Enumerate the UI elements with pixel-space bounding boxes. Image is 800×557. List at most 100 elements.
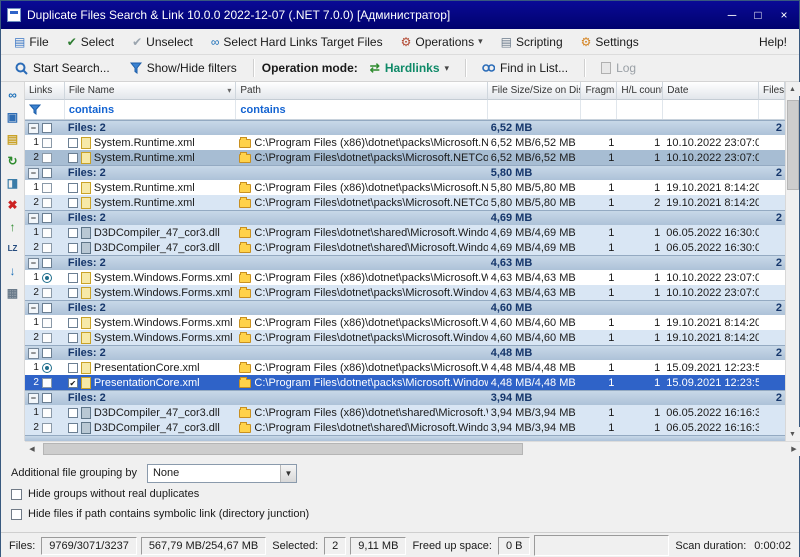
link-marker-box[interactable] <box>42 138 52 148</box>
file-checkbox[interactable] <box>68 183 78 193</box>
close-button[interactable]: × <box>771 4 797 26</box>
menu-select[interactable]: ✔Select <box>58 31 123 53</box>
link-marker-box[interactable] <box>42 408 52 418</box>
group-header-row[interactable]: −Files: 24,60 MB2 <box>25 300 785 315</box>
collapse-icon[interactable]: − <box>28 258 39 269</box>
move-up-icon[interactable]: ↑ <box>3 218 21 235</box>
filter-cell[interactable] <box>663 100 759 119</box>
move-down-icon[interactable]: ↓ <box>3 262 21 279</box>
column-header-h-l-count[interactable]: H/L count <box>617 82 663 100</box>
filter-cell[interactable] <box>581 100 617 119</box>
file-row[interactable]: 2D3DCompiler_47_cor3.dllC:\Program Files… <box>25 240 785 255</box>
group-header-row[interactable]: −Files: 24,69 MB2 <box>25 210 785 225</box>
column-header-files[interactable]: Files <box>759 82 785 100</box>
vertical-scroll-thumb[interactable] <box>787 100 799 190</box>
collapse-icon[interactable]: − <box>28 393 39 404</box>
file-row[interactable]: 1PresentationCore.xmlC:\Program Files (x… <box>25 360 785 375</box>
file-checkbox[interactable] <box>68 138 78 148</box>
collapse-icon[interactable]: − <box>28 348 39 359</box>
copy-icon[interactable]: ◨ <box>3 174 21 191</box>
collapse-icon[interactable]: − <box>28 303 39 314</box>
scroll-right-icon[interactable]: ▶ <box>787 442 800 456</box>
vertical-scrollbar[interactable]: ▲ ▼ <box>785 82 799 441</box>
refresh-icon[interactable]: ↻ <box>3 152 21 169</box>
filter-cell[interactable]: contains <box>65 100 237 119</box>
open-results-icon[interactable]: ▤ <box>3 130 21 147</box>
file-row[interactable]: 2✔PresentationCore.xmlC:\Program Files\d… <box>25 375 785 390</box>
file-row[interactable]: 2System.Windows.Forms.xmlC:\Program File… <box>25 285 785 300</box>
group-checkbox[interactable] <box>42 393 52 403</box>
file-row[interactable]: 2D3DCompiler_47_cor3.dllC:\Program Files… <box>25 420 785 435</box>
filter-cell[interactable] <box>25 100 65 119</box>
filter-arrow-icon[interactable]: ▾ <box>227 86 231 95</box>
scroll-up-icon[interactable]: ▲ <box>786 82 800 96</box>
delete-icon[interactable]: ✖ <box>3 196 21 213</box>
menu-file[interactable]: ▤File <box>5 31 58 53</box>
save-results-icon[interactable]: ▣ <box>3 108 21 125</box>
file-row[interactable]: 2System.Runtime.xmlC:\Program Files\dotn… <box>25 195 785 210</box>
file-row[interactable]: 1System.Windows.Forms.xmlC:\Program File… <box>25 315 785 330</box>
file-checkbox[interactable] <box>68 153 78 163</box>
collapse-icon[interactable]: − <box>28 213 39 224</box>
lz-compress-icon[interactable]: LZ <box>3 240 21 257</box>
group-checkbox[interactable] <box>42 213 52 223</box>
file-checkbox[interactable] <box>68 198 78 208</box>
file-row[interactable]: 1System.Runtime.xmlC:\Program Files (x86… <box>25 180 785 195</box>
group-header-row[interactable]: −Files: 24,63 MB2 <box>25 255 785 270</box>
link-marker-box[interactable] <box>42 228 52 238</box>
group-checkbox[interactable] <box>42 168 52 178</box>
column-header-file-name[interactable]: File Name▾ <box>65 82 237 100</box>
group-header-row[interactable]: −Files: 24,48 MB2 <box>25 345 785 360</box>
operation-mode-dropdown[interactable]: ⇄ Hardlinks ▾ <box>362 57 457 79</box>
find-in-list-button[interactable]: Find in List... <box>474 57 576 79</box>
horizontal-scrollbar[interactable]: ◀ ▶ <box>25 441 800 455</box>
menu-help[interactable]: Help! <box>751 32 795 52</box>
file-checkbox[interactable] <box>68 273 78 283</box>
menu-settings[interactable]: ⚙Settings <box>572 31 648 53</box>
collapse-icon[interactable]: − <box>28 168 39 179</box>
link-marker-box[interactable] <box>42 243 52 253</box>
grouping-select[interactable]: None ▼ <box>147 464 297 483</box>
group-header-row[interactable]: −Files: 23,94 MB2 <box>25 390 785 405</box>
menu-scripting[interactable]: ▤Scripting <box>492 31 572 53</box>
file-row[interactable]: 2System.Runtime.xmlC:\Program Files\dotn… <box>25 150 785 165</box>
link-marker-box[interactable] <box>42 153 52 163</box>
column-header-path[interactable]: Path <box>236 82 487 100</box>
group-checkbox[interactable] <box>42 303 52 313</box>
file-checkbox[interactable] <box>68 408 78 418</box>
minimize-button[interactable]: ─ <box>719 4 745 26</box>
column-header-fragm[interactable]: Fragm <box>581 82 617 100</box>
file-checkbox[interactable] <box>68 243 78 253</box>
file-row[interactable]: 1D3DCompiler_47_cor3.dllC:\Program Files… <box>25 405 785 420</box>
link-marker-box[interactable] <box>42 198 52 208</box>
link-marker-box[interactable] <box>42 318 52 328</box>
scroll-left-icon[interactable]: ◀ <box>25 442 39 456</box>
group-header-row[interactable]: −Files: 25,80 MB2 <box>25 165 785 180</box>
file-checkbox[interactable] <box>68 423 78 433</box>
file-checkbox[interactable] <box>68 363 78 373</box>
filter-cell[interactable]: contains <box>236 100 487 119</box>
group-checkbox[interactable] <box>42 258 52 268</box>
menu-operations[interactable]: ⚙Operations▾ <box>392 31 492 53</box>
group-checkbox[interactable] <box>42 348 52 358</box>
link-marker-box[interactable] <box>42 378 52 388</box>
file-row[interactable]: 1System.Runtime.xmlC:\Program Files (x86… <box>25 135 785 150</box>
file-row[interactable]: 1System.Windows.Forms.xmlC:\Program File… <box>25 270 785 285</box>
horizontal-scroll-thumb[interactable] <box>43 443 523 455</box>
column-header-file-size-size-on-disk[interactable]: File Size/Size on Disk <box>488 82 582 100</box>
file-checkbox[interactable] <box>68 228 78 238</box>
link-icon[interactable]: ∞ <box>3 86 21 103</box>
menu-select-hardlink-targets[interactable]: ∞Select Hard Links Target Files <box>202 31 392 53</box>
file-row[interactable]: 1D3DCompiler_47_cor3.dllC:\Program Files… <box>25 225 785 240</box>
link-marker-box[interactable] <box>42 423 52 433</box>
hardlink-target-radio[interactable] <box>42 273 52 283</box>
menu-unselect[interactable]: ✔Unselect <box>123 31 202 53</box>
group-header-row[interactable]: −Files: 26,52 MB2 <box>25 120 785 135</box>
start-search-button[interactable]: Start Search... <box>7 57 118 79</box>
log-button[interactable]: Log <box>593 57 644 79</box>
file-checkbox[interactable]: ✔ <box>68 378 78 388</box>
collapse-icon[interactable]: − <box>28 123 39 134</box>
option-checkbox[interactable] <box>11 489 22 500</box>
filter-cell[interactable] <box>617 100 663 119</box>
column-header-date[interactable]: Date <box>663 82 759 100</box>
